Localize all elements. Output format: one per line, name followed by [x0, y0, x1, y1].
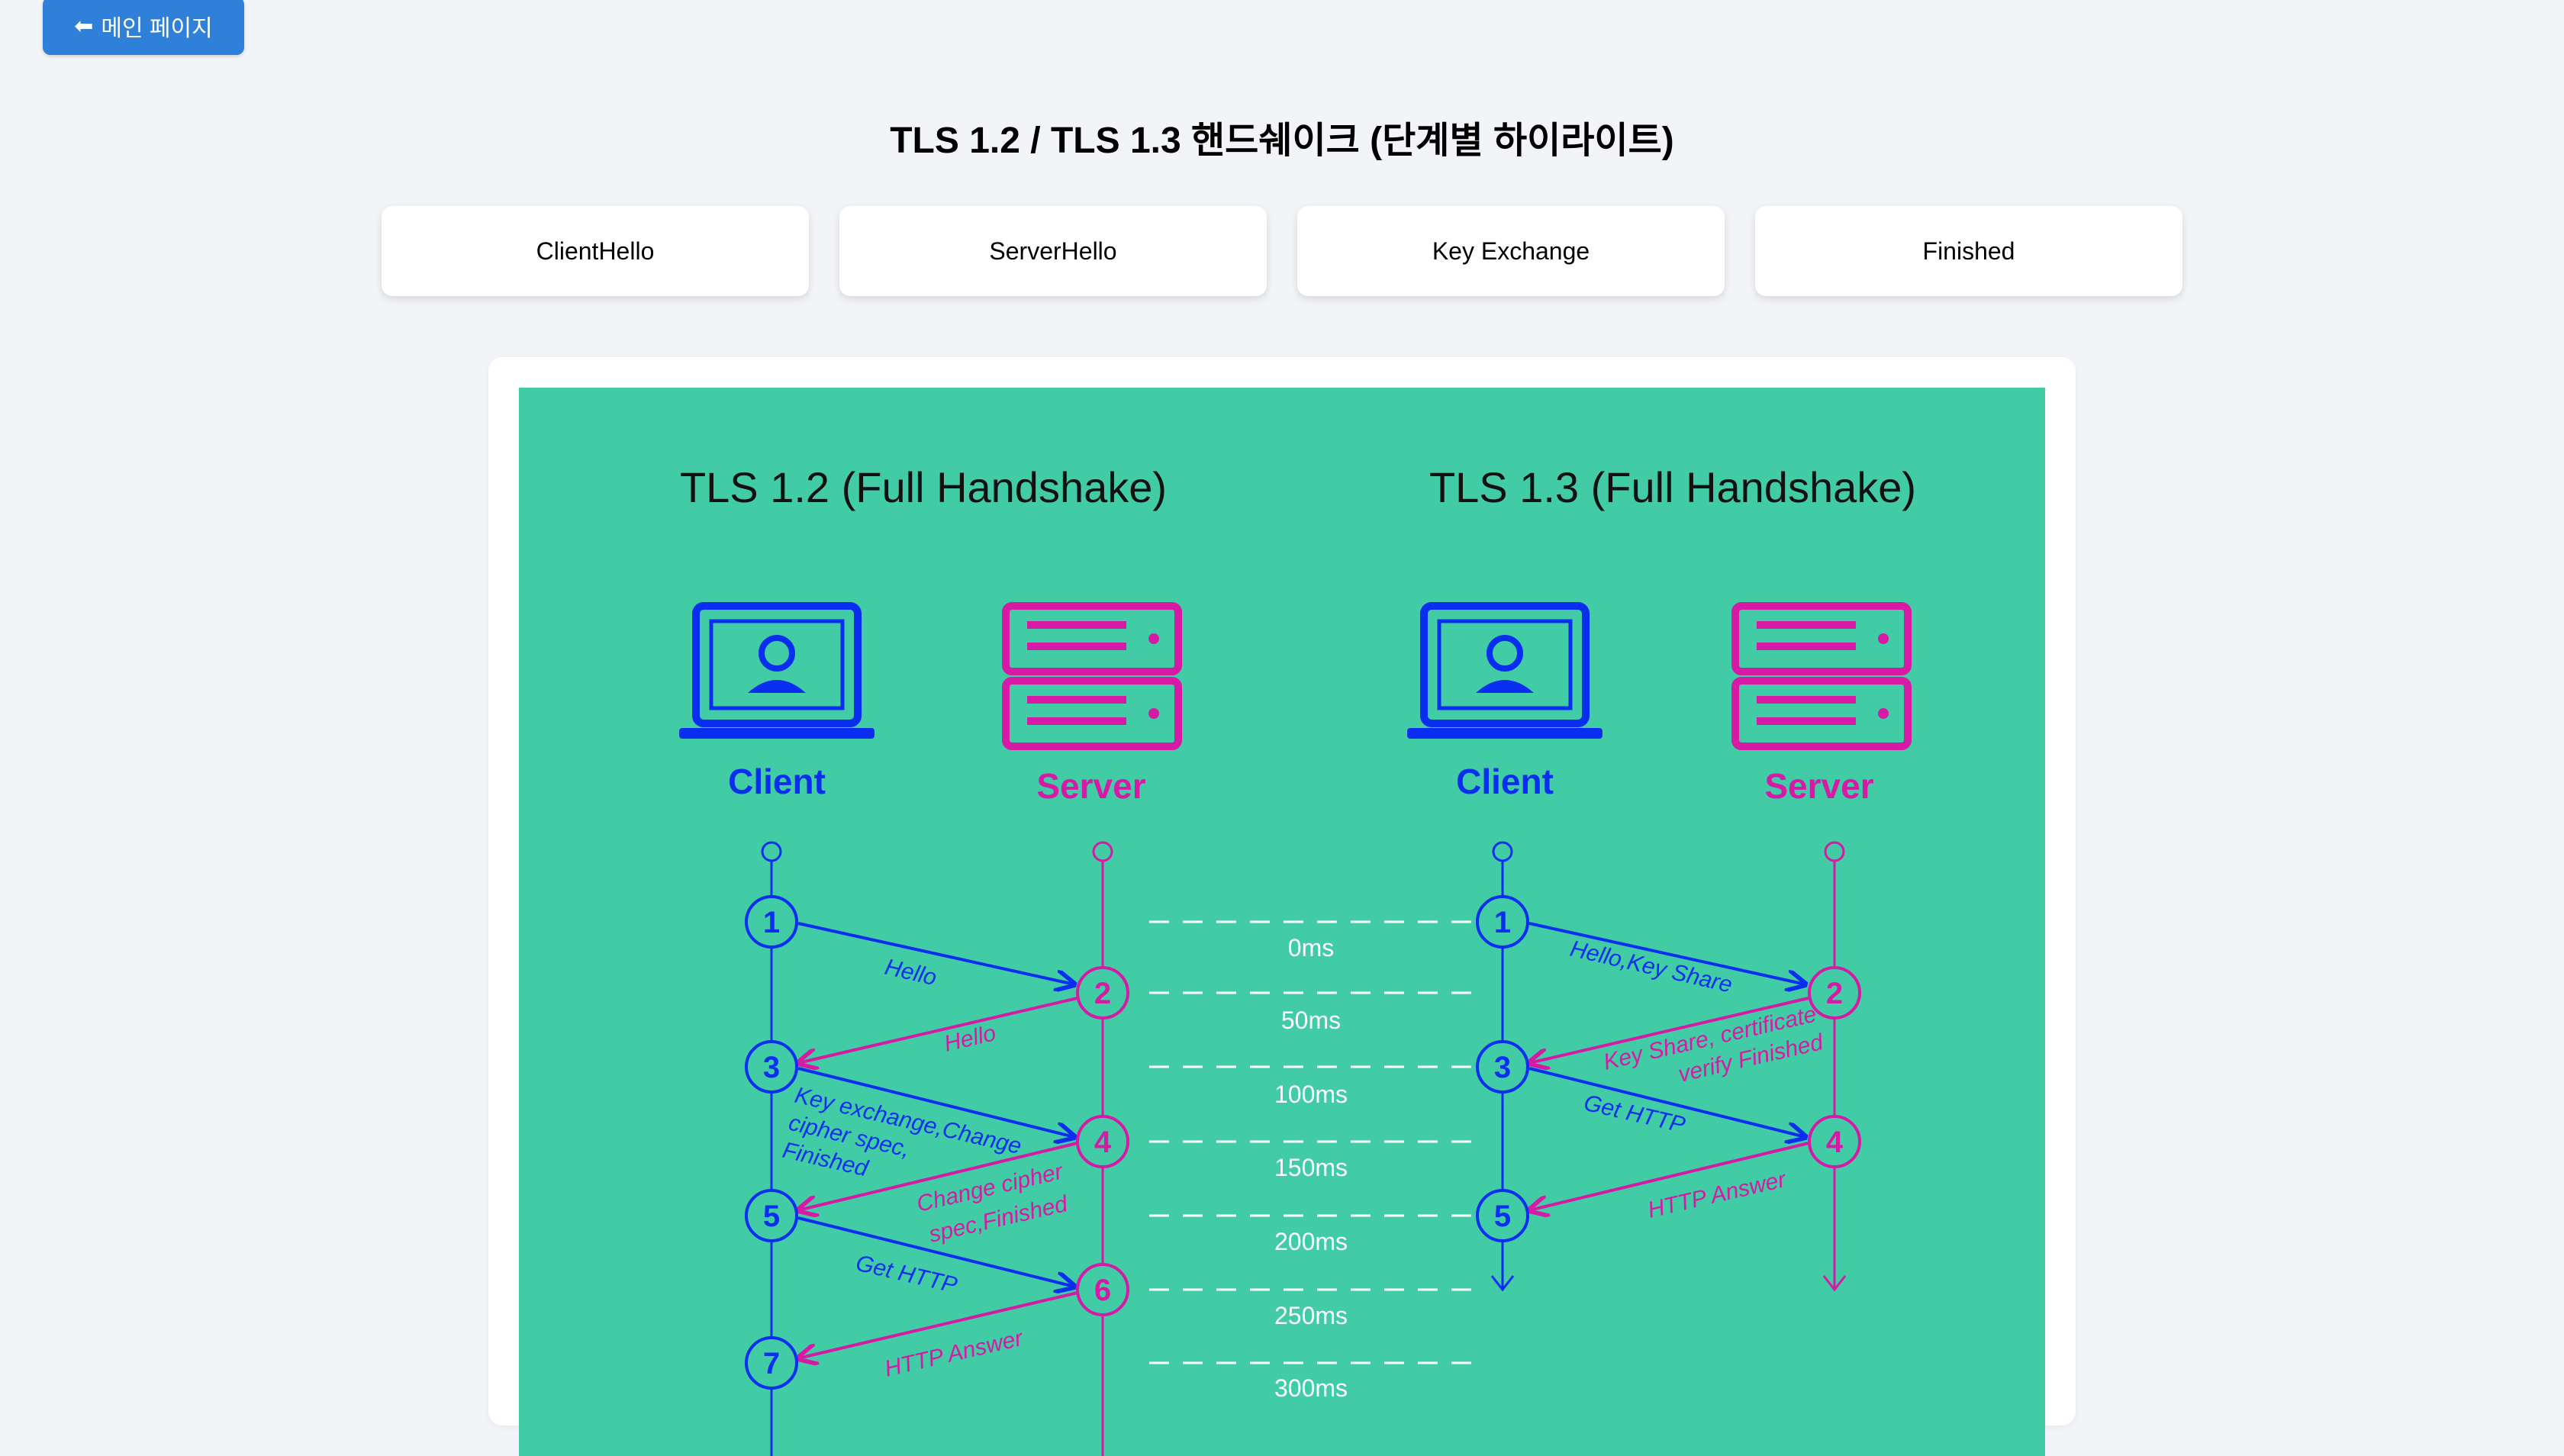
- svg-text:4: 4: [1094, 1126, 1112, 1159]
- tls12-title: TLS 1.2 (Full Handshake): [680, 463, 1167, 511]
- tls12-step-1: 1: [745, 895, 798, 949]
- tls13-title: TLS 1.3 (Full Handshake): [1429, 463, 1916, 511]
- tls12-step-6: 6: [1076, 1263, 1129, 1316]
- step-card-serverhello[interactable]: ServerHello: [839, 206, 1267, 296]
- tls13-step-5: 5: [1476, 1189, 1529, 1242]
- svg-text:4: 4: [1826, 1126, 1844, 1159]
- step-card-finished[interactable]: Finished: [1755, 206, 2182, 296]
- timeline-label: 150ms: [1274, 1154, 1348, 1181]
- tls12-step-3: 3: [745, 1040, 798, 1094]
- svg-text:3: 3: [763, 1051, 780, 1084]
- svg-text:7: 7: [763, 1347, 780, 1380]
- tls12-step-5: 5: [745, 1189, 798, 1242]
- svg-text:1: 1: [763, 906, 780, 939]
- page-title: TLS 1.2 / TLS 1.3 핸드쉐이크 (단계별 하이라이트): [890, 121, 1674, 161]
- step-card-clienthello[interactable]: ClientHello: [382, 206, 809, 296]
- timeline-label: 200ms: [1274, 1228, 1348, 1255]
- timeline-label: 250ms: [1274, 1302, 1348, 1329]
- timeline-label: 100ms: [1274, 1081, 1348, 1108]
- tls13-server-label: Server: [1764, 766, 1873, 806]
- tls13-step-4: 4: [1808, 1115, 1861, 1168]
- arrow-left-icon: ⬅: [74, 13, 94, 39]
- timeline-label: 0ms: [1288, 934, 1334, 962]
- svg-text:1: 1: [1494, 906, 1511, 939]
- tls13-step-2: 2: [1808, 966, 1861, 1020]
- tls13-step-1: 1: [1476, 895, 1529, 949]
- tls12-step-2: 2: [1076, 966, 1129, 1020]
- timeline-label: 300ms: [1274, 1374, 1348, 1402]
- back-button-label: 메인 페이지: [101, 16, 213, 41]
- step-card-key-exchange[interactable]: Key Exchange: [1297, 206, 1725, 296]
- svg-text:2: 2: [1094, 977, 1111, 1010]
- tls12-step-4: 4: [1076, 1115, 1129, 1168]
- svg-text:5: 5: [763, 1200, 780, 1233]
- tls12-client-label: Client: [728, 762, 826, 801]
- back-to-main-button[interactable]: ⬅ 메인 페이지: [43, 0, 244, 55]
- tls13-client-label: Client: [1456, 762, 1554, 801]
- svg-text:3: 3: [1494, 1051, 1511, 1084]
- step-tabs: ClientHello ServerHello Key Exchange Fin…: [382, 206, 2182, 296]
- tls12-server-label: Server: [1036, 766, 1145, 806]
- tls-handshake-diagram: TLS 1.2 (Full Handshake) TLS 1.3 (Full H…: [519, 388, 2045, 1456]
- svg-text:6: 6: [1094, 1274, 1111, 1307]
- svg-text:2: 2: [1826, 977, 1843, 1010]
- tls13-step-3: 3: [1476, 1040, 1529, 1094]
- tls12-step-7: 7: [745, 1336, 798, 1390]
- timeline-label: 50ms: [1281, 1007, 1341, 1034]
- svg-text:5: 5: [1494, 1200, 1511, 1233]
